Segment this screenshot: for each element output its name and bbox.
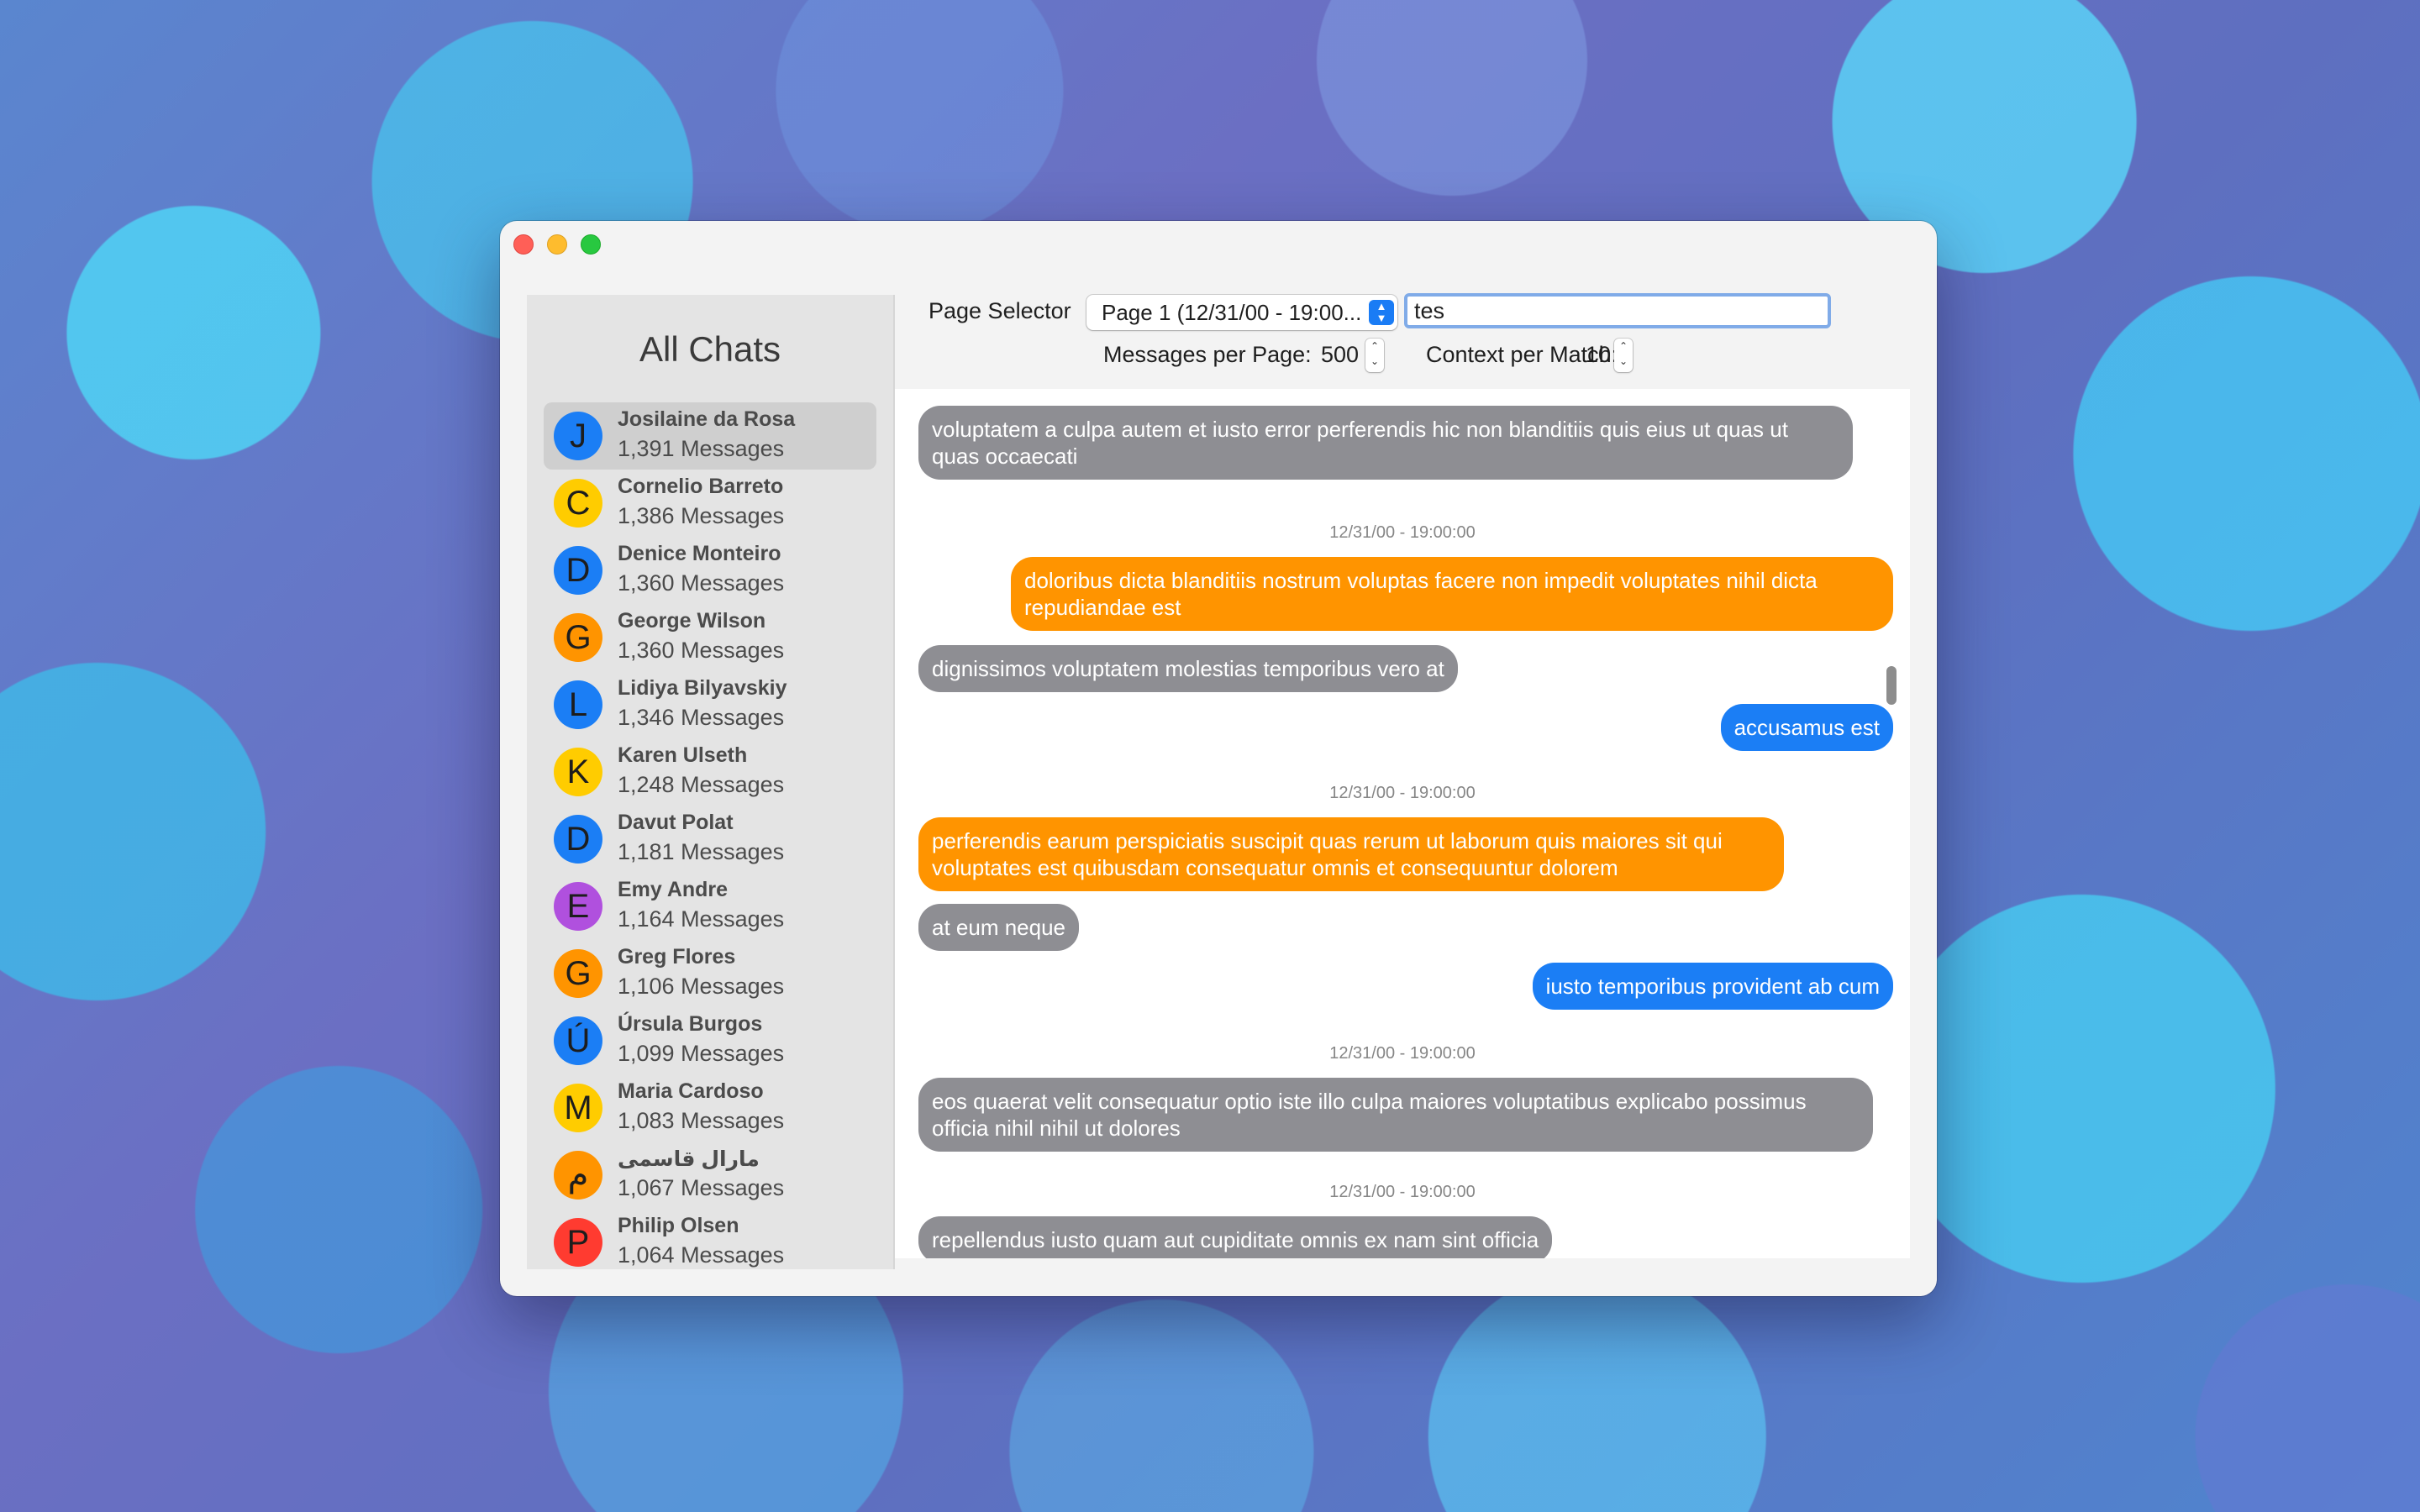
search-field[interactable] xyxy=(1404,293,1831,328)
messages-per-page-stepper[interactable]: ⌃ ⌄ xyxy=(1365,339,1384,372)
chat-list-item[interactable]: C Cornelio Barreto 1,386 Messages xyxy=(544,470,876,537)
avatar: Ú xyxy=(554,1016,602,1065)
chat-name: Greg Flores xyxy=(618,945,736,969)
avatar: K xyxy=(554,748,602,796)
context-per-match-value[interactable]: 10 xyxy=(1586,342,1611,368)
context-per-match-stepper[interactable]: ⌃ ⌄ xyxy=(1614,339,1633,372)
chat-name: مارال قاسمی xyxy=(618,1147,760,1171)
message-timestamp: 12/31/00 - 19:00:00 xyxy=(1329,523,1476,542)
chat-message-count: 1,360 Messages xyxy=(618,570,785,596)
page-selector-popup[interactable]: Page 1 (12/31/00 - 19:00... ▲ ▼ xyxy=(1086,295,1397,330)
avatar: D xyxy=(554,815,602,864)
avatar: C xyxy=(554,479,602,528)
incoming-message-bubble: perferendis earum perspiciatis suscipit … xyxy=(918,817,1784,891)
chat-list-item[interactable]: J Josilaine da Rosa 1,391 Messages xyxy=(544,402,876,470)
chat-list-item[interactable]: D Denice Monteiro 1,360 Messages xyxy=(544,537,876,604)
avatar: L xyxy=(554,680,602,729)
chat-name: Maria Cardoso xyxy=(618,1079,764,1103)
chat-name: Karen Ulseth xyxy=(618,743,748,767)
page-selector-value: Page 1 (12/31/00 - 19:00... xyxy=(1102,300,1362,325)
app-window: All Chats J Josilaine da Rosa 1,391 Messag… xyxy=(500,221,1937,1296)
outgoing-message-bubble: iusto temporibus provident ab cum xyxy=(1532,963,1893,1010)
avatar: D xyxy=(554,546,602,595)
message-timestamp: 12/31/00 - 19:00:00 xyxy=(1329,1183,1476,1201)
chat-list-item[interactable]: G George Wilson 1,360 Messages xyxy=(544,604,876,671)
page-selector-label: Page Selector xyxy=(929,298,1071,323)
chat-name: Emy Andre xyxy=(618,878,729,901)
chat-list-item[interactable]: P Philip Olsen 1,064 Messages xyxy=(544,1209,876,1269)
avatar: G xyxy=(554,949,602,998)
incoming-message-bubble: dignissimos voluptatem molestias tempori… xyxy=(918,645,1458,692)
chat-message-count: 1,083 Messages xyxy=(618,1108,785,1133)
chat-name: Josilaine da Rosa xyxy=(618,407,796,431)
chat-message-count: 1,386 Messages xyxy=(618,503,785,528)
incoming-message-bubble: voluptatem a culpa autem et iusto error … xyxy=(918,406,1853,480)
avatar: E xyxy=(554,882,602,931)
close-window-button[interactable] xyxy=(513,234,534,255)
chat-sidebar: All Chats J Josilaine da Rosa 1,391 Messag… xyxy=(527,295,895,1269)
avatar: G xyxy=(554,613,602,662)
incoming-message-bubble: eos quaerat velit consequatur optio iste… xyxy=(918,1078,1873,1152)
message-timestamp: 12/31/00 - 19:00:00 xyxy=(1329,1044,1476,1063)
messages-per-page-label: Messages per Page: xyxy=(1103,342,1312,367)
chat-message-count: 1,360 Messages xyxy=(618,638,785,663)
chat-message-count: 1,248 Messages xyxy=(618,772,785,797)
chat-message-count: 1,346 Messages xyxy=(618,705,785,730)
avatar: J xyxy=(554,412,602,460)
chat-message-count: 1,099 Messages xyxy=(618,1041,785,1066)
chat-message-count: 1,067 Messages xyxy=(618,1175,785,1200)
chat-name: Úrsula Burgos xyxy=(618,1012,763,1036)
chat-message-count: 1,164 Messages xyxy=(618,906,785,932)
chat-name: Philip Olsen xyxy=(618,1214,739,1237)
chat-message-count: 1,106 Messages xyxy=(618,974,785,999)
incoming-message-bubble: repellendus iusto quam aut cupiditate om… xyxy=(918,1216,1553,1258)
incoming-message-bubble: at eum neque xyxy=(918,904,1080,951)
avatar: م xyxy=(554,1151,602,1200)
window-controls xyxy=(513,234,601,255)
message-thread[interactable]: voluptatem a culpa autem et iusto error … xyxy=(895,389,1910,1258)
message-timestamp: 12/31/00 - 19:00:00 xyxy=(1329,784,1476,802)
chat-name: Lidiya Bilyavskiy xyxy=(618,676,787,700)
chat-name: George Wilson xyxy=(618,609,766,633)
chat-list-item[interactable]: G Greg Flores 1,106 Messages xyxy=(544,940,876,1007)
chat-message-count: 1,181 Messages xyxy=(618,839,785,864)
search-input[interactable] xyxy=(1407,297,1828,325)
scrollbar-thumb[interactable] xyxy=(1886,666,1897,705)
maximize-window-button[interactable] xyxy=(581,234,601,255)
messages-per-page-value[interactable]: 500 xyxy=(1321,342,1359,368)
minimize-window-button[interactable] xyxy=(547,234,567,255)
chat-message-count: 1,064 Messages xyxy=(618,1242,785,1268)
chevron-up-down-icon: ▲ ▼ xyxy=(1369,300,1394,325)
chat-name: Denice Monteiro xyxy=(618,542,781,565)
outgoing-message-bubble: accusamus est xyxy=(1720,704,1893,751)
chat-list-item[interactable]: K Karen Ulseth 1,248 Messages xyxy=(544,738,876,806)
chat-list-item[interactable]: م مارال قاسمی 1,067 Messages xyxy=(544,1142,876,1209)
chat-message-count: 1,391 Messages xyxy=(618,436,785,461)
sidebar-title: All Chats xyxy=(639,329,781,369)
chat-list-item[interactable]: E Emy Andre 1,164 Messages xyxy=(544,873,876,940)
chat-list-item[interactable]: L Lidiya Bilyavskiy 1,346 Messages xyxy=(544,671,876,738)
chat-list-item[interactable]: D Davut Polat 1,181 Messages xyxy=(544,806,876,873)
chat-name: Cornelio Barreto xyxy=(618,475,784,498)
chat-name: Davut Polat xyxy=(618,811,734,834)
chat-list: J Josilaine da Rosa 1,391 Messages C Corneli… xyxy=(527,402,893,1269)
chat-list-item[interactable]: M Maria Cardoso 1,083 Messages xyxy=(544,1074,876,1142)
toolbar: Page Selector Page 1 (12/31/00 - 19:00..… xyxy=(895,293,1937,389)
outgoing-message-bubble: doloribus dicta blanditiis nostrum volup… xyxy=(1011,557,1893,631)
avatar: M xyxy=(554,1084,602,1132)
chat-list-item[interactable]: Ú Úrsula Burgos 1,099 Messages xyxy=(544,1007,876,1074)
avatar: P xyxy=(554,1218,602,1267)
